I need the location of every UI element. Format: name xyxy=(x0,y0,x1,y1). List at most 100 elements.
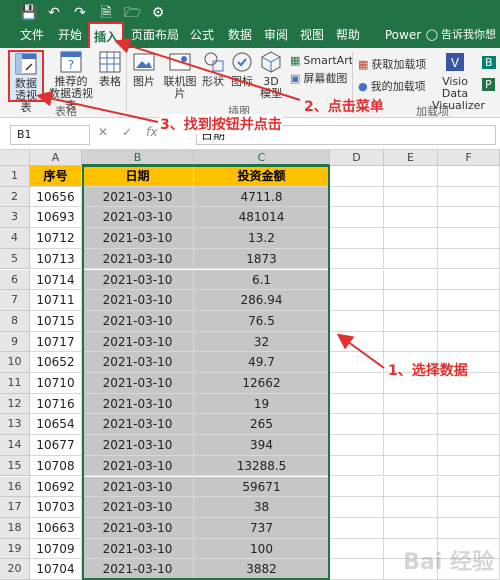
column-header-b[interactable]: B xyxy=(82,150,194,166)
table-cell[interactable]: 394 xyxy=(194,435,330,456)
table-cell[interactable] xyxy=(384,290,438,311)
picture-button[interactable]: 图片 xyxy=(130,50,158,102)
recommended-pivot-button[interactable]: ? 推荐的 数据透视表 xyxy=(48,50,94,112)
column-header-e[interactable]: E xyxy=(384,150,438,166)
tab-view[interactable]: 视图 xyxy=(294,22,330,48)
table-cell[interactable]: 10693 xyxy=(30,207,82,229)
table-cell[interactable] xyxy=(438,228,500,249)
table-cell[interactable]: 2021-03-10 xyxy=(82,207,194,229)
table-cell[interactable]: 2021-03-10 xyxy=(82,248,194,270)
row-header[interactable]: 7 xyxy=(0,290,30,311)
table-cell[interactable]: 19 xyxy=(194,393,330,415)
table-cell[interactable]: 10715 xyxy=(30,310,82,332)
people-graph-button[interactable]: P xyxy=(482,78,495,91)
column-header-a[interactable]: A xyxy=(30,150,82,166)
table-cell[interactable] xyxy=(330,248,384,270)
table-cell[interactable] xyxy=(438,331,500,353)
row-header[interactable]: 17 xyxy=(0,497,30,518)
table-cell[interactable]: 2021-03-10 xyxy=(82,393,194,415)
table-cell[interactable]: 10663 xyxy=(30,517,82,539)
smartart-button[interactable]: ▦ SmartArt xyxy=(290,54,353,67)
table-cell[interactable] xyxy=(384,435,438,456)
row-header[interactable]: 13 xyxy=(0,414,30,436)
table-cell[interactable]: 2021-03-10 xyxy=(82,435,194,456)
tab-data[interactable]: 数据 xyxy=(222,22,258,48)
customize-icon[interactable]: ⚙ xyxy=(150,5,166,21)
header-cell[interactable]: 投资金额 xyxy=(194,166,330,187)
open-folder-icon[interactable]: 🗁 xyxy=(124,5,141,21)
row-header[interactable]: 18 xyxy=(0,517,30,539)
row-header[interactable]: 9 xyxy=(0,331,30,353)
row-header[interactable]: 15 xyxy=(0,455,30,477)
table-cell[interactable]: 6.1 xyxy=(194,269,330,291)
row-header[interactable]: 3 xyxy=(0,207,30,229)
bing-maps-button[interactable]: B xyxy=(482,56,496,69)
table-cell[interactable] xyxy=(330,228,384,249)
function-icon[interactable]: fx xyxy=(146,125,157,139)
table-cell[interactable] xyxy=(438,207,500,229)
row-header[interactable]: 20 xyxy=(0,559,30,580)
pivot-table-button[interactable]: 数据 透视表 xyxy=(8,50,44,114)
table-cell[interactable] xyxy=(330,352,384,373)
table-cell[interactable] xyxy=(384,248,438,270)
table-cell[interactable] xyxy=(438,290,500,311)
table-cell[interactable] xyxy=(384,476,438,498)
table-cell[interactable]: 10714 xyxy=(30,269,82,291)
table-cell[interactable]: 12662 xyxy=(194,373,330,394)
3d-models-button[interactable]: 3D 模型 xyxy=(258,50,284,102)
table-cell[interactable]: 10709 xyxy=(30,538,82,560)
table-cell[interactable]: 13288.5 xyxy=(194,455,330,477)
tab-formulas[interactable]: 公式 xyxy=(184,22,220,48)
table-cell[interactable]: 10711 xyxy=(30,290,82,311)
table-cell[interactable] xyxy=(330,331,384,353)
table-cell[interactable]: 481014 xyxy=(194,207,330,229)
table-cell[interactable]: 10717 xyxy=(30,331,82,353)
row-header[interactable]: 8 xyxy=(0,310,30,332)
table-button[interactable]: 表格 xyxy=(96,50,124,102)
table-cell[interactable]: 32 xyxy=(194,331,330,353)
table-cell[interactable] xyxy=(330,290,384,311)
tab-insert[interactable]: 插入 xyxy=(88,22,124,48)
table-cell[interactable] xyxy=(330,559,384,580)
table-cell[interactable]: 10677 xyxy=(30,435,82,456)
table-cell[interactable] xyxy=(330,497,384,518)
undo-icon[interactable]: ↶ xyxy=(46,5,62,21)
table-cell[interactable]: 100 xyxy=(194,538,330,560)
table-cell[interactable]: 2021-03-10 xyxy=(82,414,194,436)
tab-home[interactable]: 开始 xyxy=(52,22,88,48)
select-all-corner[interactable] xyxy=(0,150,30,166)
table-cell[interactable]: 4711.8 xyxy=(194,186,330,208)
table-cell[interactable] xyxy=(438,269,500,291)
column-header-f[interactable]: F xyxy=(438,150,500,166)
table-cell[interactable]: 2021-03-10 xyxy=(82,373,194,394)
table-cell[interactable]: 10716 xyxy=(30,393,82,415)
table-cell[interactable]: 10710 xyxy=(30,373,82,394)
table-cell[interactable] xyxy=(438,435,500,456)
table-cell[interactable]: 2021-03-10 xyxy=(82,186,194,208)
table-cell[interactable] xyxy=(384,269,438,291)
table-cell[interactable]: 737 xyxy=(194,517,330,539)
tell-me-box[interactable]: ◯ 告诉我你想 xyxy=(426,22,496,48)
table-cell[interactable] xyxy=(384,228,438,249)
table-cell[interactable]: 49.7 xyxy=(194,352,330,373)
table-cell[interactable]: 2021-03-10 xyxy=(82,228,194,249)
table-cell[interactable] xyxy=(384,497,438,518)
table-cell[interactable]: 3882 xyxy=(194,559,330,580)
new-file-icon[interactable]: 🗎 xyxy=(98,5,114,21)
tab-power-pivot[interactable]: Power Pivot xyxy=(372,22,434,68)
row-header[interactable]: 16 xyxy=(0,476,30,498)
table-cell[interactable]: 10652 xyxy=(30,352,82,373)
cancel-icon[interactable]: ✕ xyxy=(98,125,108,139)
table-cell[interactable]: 2021-03-10 xyxy=(82,352,194,373)
table-cell[interactable]: 10703 xyxy=(30,497,82,518)
redo-icon[interactable]: ↷ xyxy=(72,5,88,21)
table-cell[interactable] xyxy=(438,310,500,332)
table-cell[interactable] xyxy=(384,310,438,332)
enter-icon[interactable]: ✓ xyxy=(122,125,132,139)
table-cell[interactable]: 2021-03-10 xyxy=(82,497,194,518)
table-cell[interactable]: 2021-03-10 xyxy=(82,559,194,580)
table-cell[interactable] xyxy=(438,517,500,539)
table-cell[interactable] xyxy=(330,538,384,560)
table-cell[interactable]: 1873 xyxy=(194,248,330,270)
header-cell[interactable] xyxy=(384,166,438,187)
